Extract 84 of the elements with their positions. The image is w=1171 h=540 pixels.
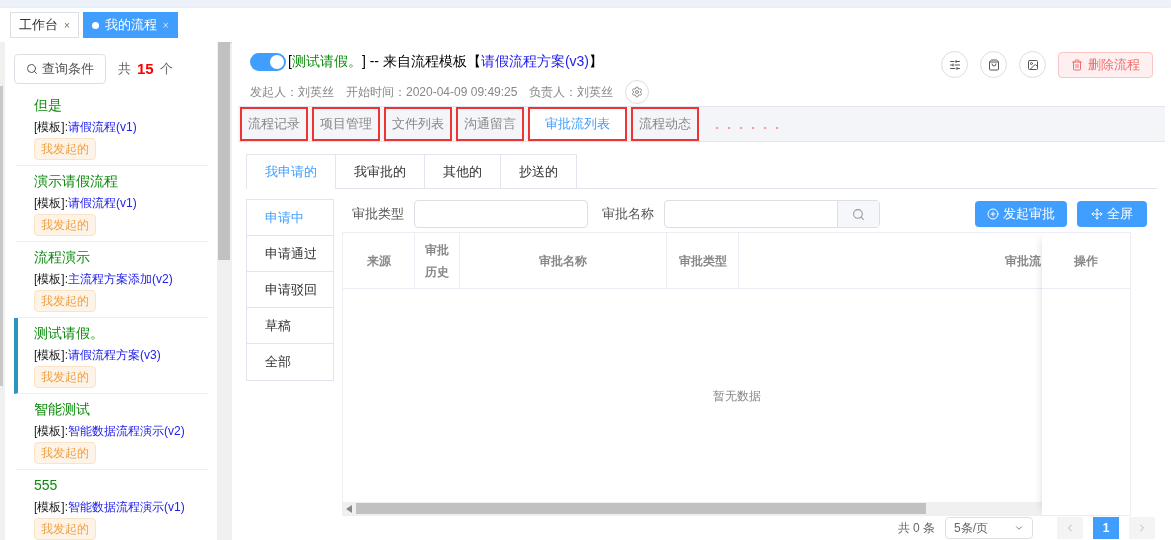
- title-bracket: [: [288, 52, 292, 71]
- annotation-marks: 。。。。。。: [715, 117, 787, 132]
- status-tag: 我发起的: [34, 214, 96, 236]
- flow-title: 智能测试: [34, 400, 91, 419]
- column-header: 审批历史: [424, 241, 450, 281]
- status-tag: 我发起的: [34, 290, 96, 312]
- template-link[interactable]: 请假流程方案(v3): [68, 346, 161, 364]
- flow-list-item[interactable]: 智能测试 [模板]:智能数据流程演示(v2) 我发起的: [14, 394, 208, 470]
- bag-icon: [987, 58, 1000, 71]
- template-link[interactable]: 主流程方案添加(v2): [68, 270, 173, 288]
- column-header: 操作: [1074, 252, 1098, 270]
- section-tab[interactable]: 沟通留言: [456, 107, 524, 141]
- sub-tab[interactable]: 我审批的: [336, 154, 425, 188]
- sub-tab[interactable]: 其他的: [425, 154, 501, 188]
- tab-label: 我的流程: [104, 16, 157, 35]
- template-label: [模板]:: [34, 423, 68, 440]
- column-header: 来源: [366, 252, 391, 270]
- status-tag: 我发起的: [34, 442, 96, 464]
- scrollbar-thumb[interactable]: [217, 42, 230, 260]
- template-link[interactable]: 智能数据流程演示(v1): [68, 498, 185, 516]
- flow-list-item[interactable]: 555 [模板]:智能数据流程演示(v1) 我发起的: [14, 470, 208, 540]
- count-number: 15: [137, 58, 154, 79]
- count-prefix: 共: [118, 60, 131, 79]
- tab-label: 工作台: [19, 16, 58, 35]
- count-suffix: 个: [159, 60, 173, 79]
- total-count: 共 0 条: [897, 520, 935, 537]
- template-label: [模板]:: [34, 347, 68, 364]
- search-icon[interactable]: [837, 201, 879, 227]
- status-menu-item[interactable]: 申请驳回: [247, 272, 333, 308]
- toggle-switch[interactable]: [250, 52, 286, 71]
- status-tag: 我发起的: [34, 138, 96, 160]
- flow-title: 555: [34, 476, 59, 495]
- flow-list-item[interactable]: 但是 [模板]:请假流程(v1) 我发起的: [14, 90, 208, 166]
- type-input[interactable]: [414, 200, 588, 228]
- scrollbar-thumb[interactable]: [0, 86, 3, 386]
- flow-title: 测试请假。: [34, 324, 105, 343]
- name-search-field[interactable]: [664, 200, 880, 228]
- flow-title: 但是: [34, 96, 63, 115]
- status-tag: 我发起的: [34, 366, 96, 388]
- meta-text: 负责人：刘英丝: [529, 84, 614, 101]
- template-link[interactable]: 请假流程方案(v3): [480, 51, 589, 72]
- flow-list-item[interactable]: 演示请假流程 [模板]:请假流程(v1) 我发起的: [14, 166, 208, 242]
- next-page-button[interactable]: [1129, 517, 1155, 539]
- chevron-down-icon: [1014, 523, 1024, 533]
- flow-title: 流程演示: [34, 248, 91, 267]
- template-link[interactable]: 请假流程(v1): [68, 118, 137, 136]
- move-arrows-icon: [1091, 208, 1103, 220]
- sub-tab[interactable]: 抄送的: [501, 154, 577, 188]
- column-header: 审批类型: [678, 252, 727, 270]
- template-label: [模板]:: [34, 271, 68, 288]
- flow-list-item[interactable]: 测试请假。 [模板]:请假流程方案(v3) 我发起的: [14, 318, 208, 394]
- status-menu-item[interactable]: 申请通过: [247, 236, 333, 272]
- template-link[interactable]: 智能数据流程演示(v2): [68, 422, 185, 440]
- empty-text: 暂无数据: [712, 387, 761, 405]
- prev-page-button[interactable]: [1057, 517, 1083, 539]
- scroll-left-icon[interactable]: [346, 504, 352, 513]
- template-link[interactable]: 请假流程(v1): [68, 194, 137, 212]
- sliders-icon: [948, 58, 961, 71]
- status-menu-item[interactable]: 草稿: [247, 308, 333, 344]
- filter-label: 审批名称: [602, 205, 654, 224]
- query-button[interactable]: 查询条件: [14, 54, 106, 84]
- meta-text: 发起人：刘英丝: [250, 84, 334, 101]
- template-label: [模板]:: [34, 119, 68, 136]
- page-size-select[interactable]: 5条/页: [945, 517, 1033, 539]
- search-icon: [26, 63, 38, 75]
- column-header: 审批流: [1005, 252, 1041, 270]
- meta-text: 开始时间：2020-04-09 09:49:25: [346, 84, 518, 101]
- filter-label: 审批类型: [352, 205, 404, 224]
- flow-title: 演示请假流程: [34, 172, 119, 191]
- template-label: [模板]:: [34, 499, 68, 516]
- status-tag: 我发起的: [34, 518, 96, 540]
- template-label: [模板]:: [34, 195, 68, 212]
- gear-icon: [631, 86, 644, 98]
- title-bracket: 】: [589, 52, 603, 71]
- title-text: ] -- 来自流程模板【: [361, 52, 481, 71]
- plus-circle-icon: [987, 208, 999, 220]
- close-icon[interactable]: ×: [64, 17, 70, 33]
- column-header: 审批名称: [539, 252, 587, 270]
- image-icon: [1026, 58, 1039, 71]
- status-menu-item[interactable]: 全部: [247, 344, 333, 380]
- scrollbar-thumb[interactable]: [356, 503, 926, 514]
- trash-icon: [1071, 58, 1083, 71]
- page-tab[interactable]: 工作台 ×: [10, 12, 79, 38]
- flow-list-item[interactable]: 流程演示 [模板]:主流程方案添加(v2) 我发起的: [14, 242, 208, 318]
